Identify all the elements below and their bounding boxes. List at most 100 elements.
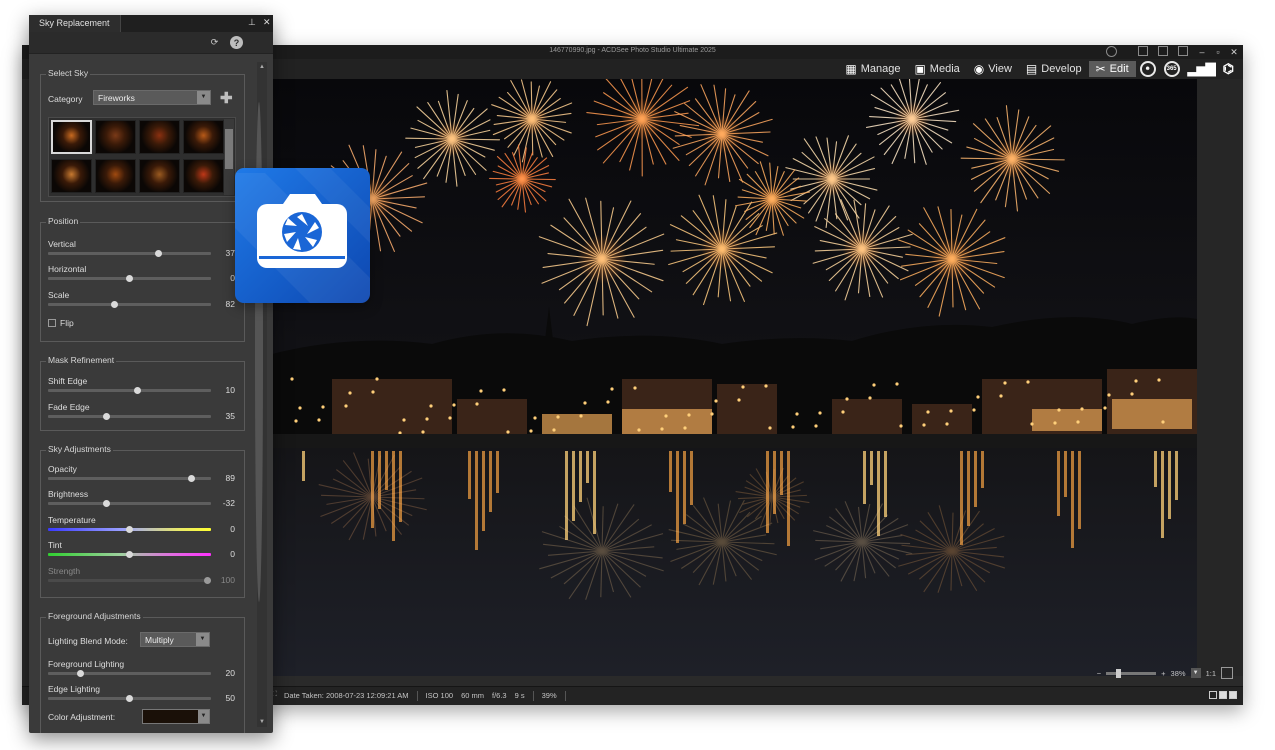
thumbnail-scroll-thumb[interactable] [225,129,233,169]
slider-thumb[interactable] [134,386,142,394]
shift-edge-slider[interactable] [48,386,211,394]
zoom-slider-thumb[interactable] [1116,668,1122,678]
zoom-slider[interactable] [1106,668,1157,678]
color-adjustment-swatch[interactable]: ▼ [142,709,210,724]
slider-thumb[interactable] [103,499,111,507]
single-view-icon[interactable] [1209,691,1217,699]
scroll-down-icon[interactable]: ▼ [257,717,267,727]
chevron-down-icon: ▼ [196,633,209,646]
develop-icon: ▤ [1025,62,1038,76]
zoom-value: 38% [1170,668,1186,678]
photo-canvas[interactable] [272,79,1197,676]
split-view-icon[interactable] [1219,691,1227,699]
scroll-up-icon[interactable]: ▲ [257,62,267,72]
close-icon[interactable]: ✕ [1229,46,1239,58]
mode-develop[interactable]: ▤ Develop [1019,61,1089,77]
ai-icon[interactable]: ⌬ [1223,61,1234,77]
account-icon[interactable] [1106,46,1117,57]
slider-thumb[interactable] [77,669,85,677]
position-group: Position Vertical 37 Horizontal 0 Scale … [40,216,245,342]
sky-thumbnail[interactable] [183,159,224,193]
opacity-slider[interactable] [48,474,211,482]
zoom-out-icon[interactable]: − [1097,669,1101,678]
fit-to-window-icon[interactable] [1221,667,1233,679]
tint-slider[interactable] [48,550,211,558]
left-pane-toggle-icon[interactable] [1138,46,1148,56]
close-panel-icon[interactable]: ✕ [263,17,271,28]
help-icon[interactable]: ? [230,36,243,49]
sky-thumbnail[interactable] [51,120,92,154]
slider-thumb[interactable] [155,249,163,257]
mask-refinement-group: Mask Refinement Shift Edge 10 Fade Edge … [40,355,245,431]
foreground-lighting-slider[interactable] [48,669,211,677]
foreground-adjustments-heading: Foreground Adjustments [46,611,143,621]
blend-mode-select[interactable]: Multiply ▼ [140,632,210,647]
strength-slider [48,576,212,584]
mode-manage-label: Manage [860,63,901,75]
mode-develop-label: Develop [1041,63,1082,75]
mode-view[interactable]: ◉ View [967,61,1019,77]
people-icon[interactable]: ☻ [1139,61,1156,77]
sky-thumbnail[interactable] [183,120,224,154]
slider-label: Strength [48,566,81,576]
slider-value: 100 [220,575,235,585]
sky-thumbnail[interactable] [139,159,180,193]
365-icon[interactable]: 365 [1163,61,1180,77]
slider-label: Scale [48,290,70,300]
slider-thumb[interactable] [126,274,133,282]
sky-thumbnail[interactable] [51,159,92,193]
camera-aperture-icon [235,168,370,303]
slider-thumb[interactable] [103,412,111,420]
panel-scrollbar[interactable]: ▲ ▼ [254,62,267,727]
check-view-icon[interactable] [1229,691,1237,699]
foreground-adjustments-group: Foreground Adjustments Lighting Blend Mo… [40,611,245,733]
bottom-pane-toggle-icon[interactable] [1158,46,1168,56]
temperature-slider[interactable] [48,525,211,533]
fade-edge-slider[interactable] [48,412,211,420]
pin-icon[interactable]: ⊥ [248,17,256,28]
brightness-slider[interactable] [48,499,211,507]
sky-thumbnail[interactable] [139,120,180,154]
slider-thumb[interactable] [187,474,195,482]
flip-label: Flip [60,318,74,328]
slider-thumb[interactable] [126,550,133,558]
status-divider [416,691,418,701]
mode-media[interactable]: ▣ Media [907,61,966,77]
slider-label: Brightness [48,489,89,499]
slider-thumb[interactable] [111,300,119,308]
ratio-label[interactable]: 1:1 [1206,669,1216,678]
mode-edit[interactable]: ✂ Edit [1088,61,1136,77]
restore-icon[interactable]: ▫ [1213,46,1223,58]
minimize-icon[interactable]: – [1197,46,1207,58]
add-sky-icon[interactable]: ✚ [220,91,233,106]
sky-thumbnail[interactable] [95,159,136,193]
panel-tab-title[interactable]: Sky Replacement [29,15,121,32]
sky-replacement-panel: Sky Replacement ⊥ ✕ ⟳ ? ▲ ▼ Select Sky C… [29,15,273,733]
status-date-taken: Date Taken: 2008-07-23 12:09:21 AM [284,691,409,700]
zoom-in-icon[interactable]: + [1161,669,1165,678]
mask-refinement-heading: Mask Refinement [46,355,117,365]
slider-thumb[interactable] [126,694,133,702]
mode-edit-label: Edit [1109,63,1129,75]
zoom-control: − + 38% ▼ 1:1 [1097,667,1233,679]
right-pane-toggle-icon[interactable] [1178,46,1188,56]
scale-slider[interactable] [48,300,211,308]
slider-value: 20 [225,668,235,678]
thumbnail-scrollbar[interactable] [224,119,234,195]
zoom-dropdown-icon[interactable]: ▼ [1190,668,1201,678]
sky-thumbnail[interactable] [95,120,136,154]
slider-label: Edge Lighting [48,684,100,694]
edge-lighting-slider[interactable] [48,694,211,702]
dashboard-icon[interactable]: ▂▅▇ [1188,61,1216,77]
grid-icon: ▦ [845,62,857,76]
slider-label: Tint [48,540,62,550]
slider-thumb[interactable] [126,525,133,533]
reset-icon[interactable]: ⟳ [208,36,221,49]
category-select[interactable]: Fireworks ▼ [93,90,211,105]
flip-checkbox[interactable] [48,319,56,327]
media-icon: ▣ [914,62,926,76]
mode-manage[interactable]: ▦ Manage [838,61,907,77]
horizontal-slider[interactable] [48,274,211,282]
slider-label: Shift Edge [48,376,88,386]
vertical-slider[interactable] [48,249,211,257]
